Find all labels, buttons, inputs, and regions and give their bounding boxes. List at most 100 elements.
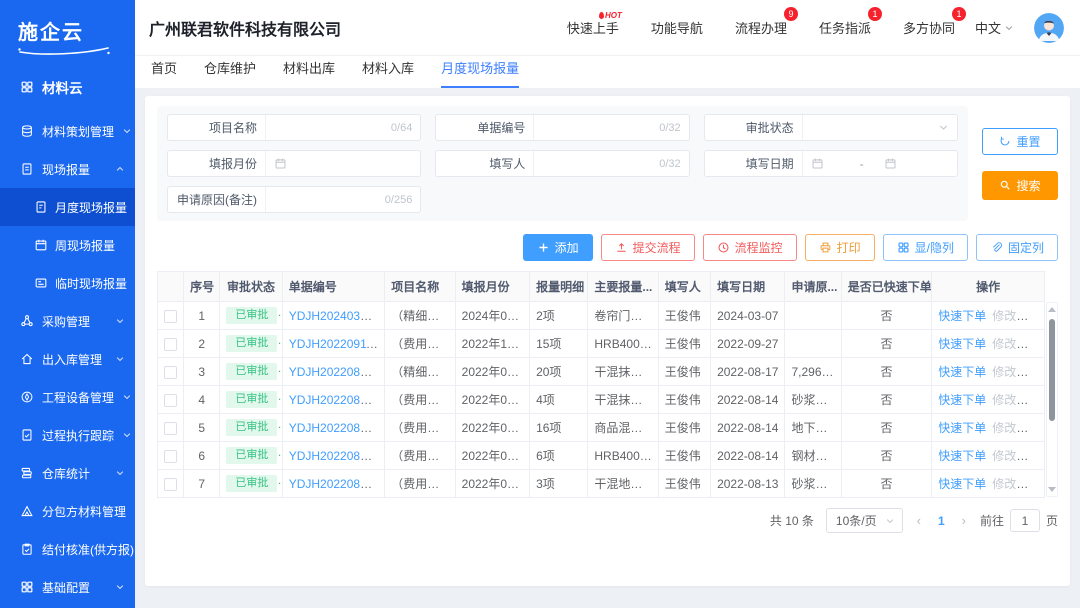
topnav-item-任务指派[interactable]: 任务指派1 — [819, 18, 871, 37]
row-checkbox[interactable] — [164, 478, 177, 491]
fast-order-link[interactable]: 快速下单 — [938, 365, 986, 379]
sidebar-item-工程设备管理[interactable]: 工程设备管理 — [0, 378, 135, 416]
sidebar-section-label: 材料云 — [42, 77, 83, 97]
sidebar-subitem-月度现场报量[interactable]: 月度现场报量 — [0, 188, 135, 226]
fast-order-link[interactable]: 快速下单 — [938, 421, 986, 435]
sidebar-item-采购管理[interactable]: 采购管理 — [0, 302, 135, 340]
topnav-item-功能导航[interactable]: 功能导航 — [651, 18, 703, 37]
filter-input[interactable]: 0/32 — [534, 151, 688, 176]
tab-月度现场报量[interactable]: 月度现场报量 — [441, 58, 519, 88]
cell-writer: 王俊伟 — [658, 302, 710, 330]
language-selector[interactable]: 中文 — [975, 18, 1014, 37]
fast-order-link[interactable]: 快速下单 — [938, 337, 986, 351]
fast-order-link[interactable]: 快速下单 — [938, 449, 986, 463]
toolbar-button-提交流程[interactable]: 提交流程 — [601, 234, 695, 261]
fast-order-link[interactable]: 快速下单 — [938, 309, 986, 323]
toolbar-button-固定列[interactable]: 固定列 — [976, 234, 1058, 261]
tab-首页[interactable]: 首页 — [151, 58, 177, 88]
doc-number-link[interactable]: YDJH2022081083 — [289, 365, 385, 379]
chevron-down-icon — [885, 516, 895, 526]
topnav-item-快速上手[interactable]: 快速上手HOT — [567, 18, 619, 37]
user-avatar[interactable] — [1034, 13, 1064, 43]
cell-_cb — [158, 386, 184, 414]
fast-order-link[interactable]: 快速下单 — [938, 477, 986, 491]
edit-link[interactable]: 修改 — [992, 393, 1016, 407]
cell-status: 已审批 — [220, 414, 282, 442]
topnav-item-多方协同[interactable]: 多方协同1 — [903, 18, 955, 37]
cell-writer: 王俊伟 — [658, 470, 710, 498]
cell-reason: 砂浆请购 — [785, 470, 841, 498]
vertical-scrollbar[interactable] — [1046, 302, 1058, 497]
edit-link[interactable]: 修改 — [992, 337, 1016, 351]
edit-link[interactable]: 修改 — [992, 309, 1016, 323]
sidebar-item-label: 结付核准(供方报) — [42, 541, 134, 558]
doc-number-link[interactable]: YDJH2024031543 — [289, 309, 385, 323]
sidebar-item-基础配置[interactable]: 基础配置 — [0, 568, 135, 606]
tab-仓库维护[interactable]: 仓库维护 — [204, 58, 256, 88]
search-button[interactable]: 搜索 — [982, 171, 1058, 200]
edit-link[interactable]: 修改 — [992, 365, 1016, 379]
sidebar-item-结付核准(供方报)[interactable]: 结付核准(供方报) — [0, 530, 135, 568]
page-size-select[interactable]: 10条/页 — [826, 508, 903, 533]
doc-number-link[interactable]: YDJH2022081081 — [289, 393, 385, 407]
doc-number-link[interactable]: YDJH2022081079 — [289, 449, 385, 463]
goto-page-input[interactable] — [1010, 509, 1040, 532]
edit-link[interactable]: 修改 — [992, 449, 1016, 463]
company-name: 广州联君软件科技有限公司 — [149, 16, 341, 40]
topnav-item-流程办理[interactable]: 流程办理9 — [735, 18, 787, 37]
sidebar-subitem-周现场报量[interactable]: 周现场报量 — [0, 226, 135, 264]
cell-writer: 王俊伟 — [658, 386, 710, 414]
cell-no: 2 — [184, 330, 220, 358]
toolbar-button-显/隐列[interactable]: 显/隐列 — [883, 234, 968, 261]
doc-number-link[interactable]: YDJH2022081078 — [289, 477, 385, 491]
sidebar-item-分包方材料管理[interactable]: 分包方材料管理 — [0, 492, 135, 530]
current-page[interactable]: 1 — [935, 514, 948, 528]
sidebar-item-过程执行跟踪[interactable]: 过程执行跟踪 — [0, 416, 135, 454]
reset-button[interactable]: 重置 — [982, 128, 1058, 155]
toolbar-button-打印[interactable]: 打印 — [805, 234, 875, 261]
sidebar-item-出入库管理[interactable]: 出入库管理 — [0, 340, 135, 378]
filter-input[interactable] — [803, 115, 957, 140]
toolbar-button-流程监控[interactable]: 流程监控 — [703, 234, 797, 261]
tab-材料入库[interactable]: 材料入库 — [362, 58, 414, 88]
scroll-down-icon[interactable] — [1048, 487, 1056, 492]
sidebar-item-label: 过程执行跟踪 — [42, 427, 114, 444]
column-header-checkbox — [158, 272, 184, 302]
toolbar-button-label: 显/隐列 — [915, 239, 954, 256]
doc-number-link[interactable]: YDJH2022081080 — [289, 421, 385, 435]
column-header-主要报量...: 主要报量... — [588, 272, 658, 302]
sidebar-subitem-临时现场报量[interactable]: 临时现场报量 — [0, 264, 135, 302]
cell-_ops: 快速下单修改删除 — [932, 330, 1045, 358]
tab-材料出库[interactable]: 材料出库 — [283, 58, 335, 88]
cell-writer: 王俊伟 — [658, 442, 710, 470]
filter-input[interactable] — [266, 151, 420, 176]
row-checkbox[interactable] — [164, 422, 177, 435]
sidebar-item-仓库统计[interactable]: 仓库统计 — [0, 454, 135, 492]
row-checkbox[interactable] — [164, 366, 177, 379]
edit-link[interactable]: 修改 — [992, 421, 1016, 435]
toolbar-button-添加[interactable]: 添加 — [523, 234, 593, 261]
row-checkbox[interactable] — [164, 310, 177, 323]
sidebar-item-现场报量[interactable]: 现场报量 — [0, 150, 135, 188]
edit-link[interactable]: 修改 — [992, 477, 1016, 491]
filter-input[interactable]: 0/64 — [266, 115, 420, 140]
toolbar-button-label: 提交流程 — [633, 239, 681, 256]
sidebar-section-material-cloud[interactable]: 材料云 — [0, 61, 135, 112]
cell-detail: 2项 — [530, 302, 588, 330]
cell-date: 2024-03-07 — [711, 302, 785, 330]
filter-input[interactable]: 0/32 — [534, 115, 688, 140]
sidebar-item-材料策划管理[interactable]: 材料策划管理 — [0, 112, 135, 150]
row-checkbox[interactable] — [164, 450, 177, 463]
filter-input[interactable]: 0/256 — [266, 187, 420, 212]
prev-page-button[interactable]: ‹ — [915, 513, 923, 528]
scroll-up-icon[interactable] — [1048, 307, 1056, 312]
cell-reason: 钢材需求 — [785, 442, 841, 470]
scrollbar-thumb[interactable] — [1049, 319, 1055, 421]
doc-number-link[interactable]: YDJH2022091137 — [289, 337, 385, 351]
fast-order-link[interactable]: 快速下单 — [938, 393, 986, 407]
filter-input[interactable]: - — [803, 151, 957, 176]
row-checkbox[interactable] — [164, 338, 177, 351]
row-checkbox[interactable] — [164, 394, 177, 407]
filter-label: 填写人 — [436, 151, 534, 176]
next-page-button[interactable]: › — [960, 513, 968, 528]
